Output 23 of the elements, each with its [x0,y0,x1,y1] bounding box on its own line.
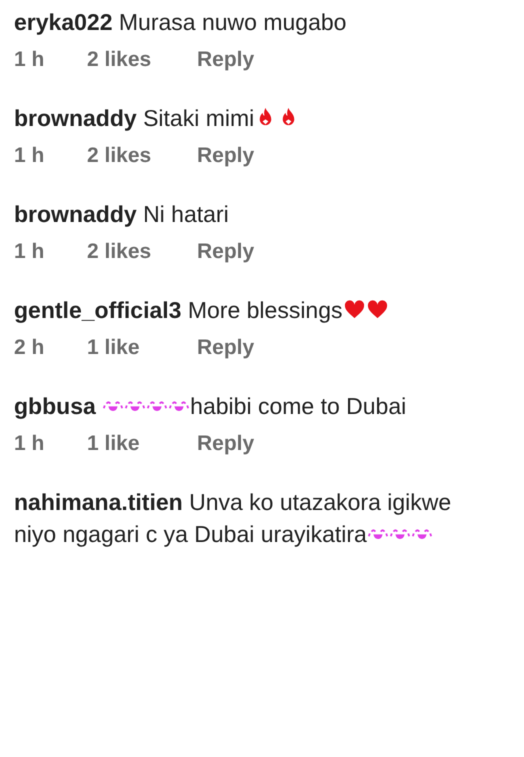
comment-time: 1 h [14,144,46,168]
heart-icon [342,298,366,321]
comment-text: gentle_official3 More blessings [14,294,474,326]
comment-time: 2 h [14,336,46,360]
comment-time: 1 h [14,432,46,456]
heart-icon [366,298,389,321]
comment-text: gbbusa habibi come to Dubai [14,392,408,421]
comment-time: 1 h [14,48,46,72]
reply-link[interactable]: Reply [197,48,254,72]
likes-count[interactable]: 2 likes [87,144,197,168]
likes-count[interactable]: 2 likes [87,240,197,264]
reply-link[interactable]: Reply [197,432,254,456]
comment-time: 1 h [14,240,46,264]
reply-link[interactable]: Reply [197,144,254,168]
reply-link[interactable]: Reply [197,240,254,264]
likes-count[interactable]: 2 likes [87,48,197,72]
comment-text: eryka022 Murasa nuwo mugabo [14,8,348,37]
comment-text: brownaddy Sitaki mimi [14,102,474,134]
reply-link[interactable]: Reply [197,336,254,360]
likes-count[interactable]: 1 like [87,336,197,360]
comment-text: nahimana.titien Unva ko utazakora igikwe niyo ngagari c ya Dubai urayikatira [14,488,452,549]
likes-count[interactable]: 1 like [87,432,197,456]
comment-text: brownaddy Ni hatari [14,200,230,229]
